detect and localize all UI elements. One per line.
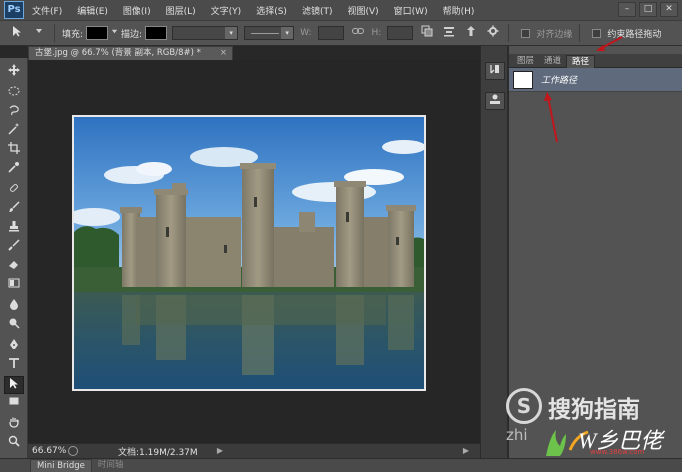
tab-mini-bridge[interactable]: Mini Bridge — [30, 459, 92, 472]
stroke-type-dropdown[interactable]: ▾ — [244, 26, 295, 40]
options-separator — [54, 24, 55, 42]
watermark-zhi: zhi — [506, 426, 528, 444]
blur-tool-icon[interactable] — [4, 298, 24, 316]
path-operations-icon[interactable] — [419, 25, 435, 41]
bottom-panel-bar: Mini Bridge 时间轴 — [0, 458, 682, 472]
tab-channels[interactable]: 通道 — [539, 55, 566, 68]
menu-bar: Ps 文件(F) 编辑(E) 图像(I) 图层(L) 文字(Y) 选择(S) 滤… — [0, 0, 682, 20]
tool-preset-chevron-icon[interactable] — [31, 25, 47, 41]
path-alignment-icon[interactable] — [441, 25, 457, 41]
width-label: W: — [300, 28, 312, 38]
path-arrangement-icon[interactable] — [463, 25, 479, 41]
crop-tool-icon[interactable] — [4, 142, 24, 160]
options-bar: 填充: 描边: ▾ ▾ W: H: 对齐边缘 约束路径拖动 — [0, 20, 682, 46]
eraser-tool-icon[interactable] — [4, 258, 24, 276]
close-window-button[interactable]: ✕ — [660, 2, 678, 17]
marquee-tool-icon[interactable] — [4, 85, 24, 103]
path-name: 工作路径 — [541, 76, 578, 86]
zoom-level[interactable]: 66.67% — [28, 446, 66, 456]
constrain-path-label: 约束路径拖动 — [607, 29, 662, 40]
tab-layers[interactable]: 图层 — [512, 55, 539, 68]
dropdown-arrow-icon: ▾ — [281, 27, 294, 39]
lasso-tool-icon[interactable] — [4, 104, 24, 122]
menu-window[interactable]: 窗口(W) — [394, 4, 428, 17]
tab-timeline[interactable]: 时间轴 — [92, 459, 130, 472]
scroll-right-arrow-icon[interactable]: ▶ — [460, 445, 472, 457]
menu-file[interactable]: 文件(F) — [32, 4, 62, 17]
path-thumbnail — [513, 71, 533, 89]
settings-gear-icon[interactable] — [485, 25, 501, 41]
stroke-line-preview — [251, 33, 280, 34]
eyedropper-tool-icon[interactable] — [4, 161, 24, 179]
zoom-tool-icon[interactable] — [4, 435, 24, 453]
type-tool-icon[interactable] — [4, 357, 24, 375]
stroke-label: 描边: — [121, 29, 143, 40]
canvas-area[interactable] — [28, 60, 480, 443]
move-tool-icon[interactable] — [4, 64, 24, 82]
align-edges-checkbox[interactable] — [521, 28, 531, 38]
panel-dock — [480, 46, 508, 458]
status-menu-arrow-icon[interactable]: ▶ — [214, 445, 226, 457]
castle-image-svg — [74, 117, 424, 389]
brush-tool-icon[interactable] — [4, 201, 24, 219]
healing-brush-tool-icon[interactable] — [4, 182, 24, 200]
document-tab-title: 古堡.jpg @ 66.7% (背景 副本, RGB/8#) * — [35, 48, 201, 58]
fill-label: 填充: — [62, 29, 84, 40]
menu-type[interactable]: 文字(Y) — [211, 4, 242, 17]
height-label: H: — [371, 28, 382, 38]
options-separator — [508, 24, 510, 42]
width-field[interactable] — [317, 26, 344, 40]
fill-swatch[interactable] — [86, 26, 109, 40]
status-bar: 66.67% 文档:1.19M/2.37M ▶ ▶ — [28, 443, 480, 458]
window-controls: – □ ✕ — [618, 2, 678, 17]
menu-view[interactable]: 视图(V) — [347, 4, 378, 17]
document-tab[interactable]: 古堡.jpg @ 66.7% (背景 副本, RGB/8#) * × — [28, 46, 233, 60]
link-icon[interactable] — [350, 25, 366, 41]
minimize-button[interactable]: – — [618, 2, 636, 17]
maximize-button[interactable]: □ — [639, 2, 657, 17]
height-field[interactable] — [387, 26, 414, 40]
panel-tab-strip: 图层 通道 路径 — [509, 54, 682, 68]
path-selection-tool-icon[interactable] — [4, 376, 24, 394]
rectangle-tool-icon[interactable] — [4, 395, 24, 413]
align-edges-label: 对齐边缘 — [536, 29, 573, 40]
dropdown-arrow-icon: ▾ — [225, 27, 238, 39]
menu-filter[interactable]: 滤镜(T) — [302, 4, 333, 17]
site-url: www.386w.com — [590, 448, 645, 456]
history-brush-tool-icon[interactable] — [4, 239, 24, 257]
stroke-width-dropdown[interactable]: ▾ — [172, 26, 239, 40]
dodge-tool-icon[interactable] — [4, 317, 24, 335]
options-separator — [579, 24, 581, 42]
document-size-info: 文档:1.19M/2.37M — [118, 447, 198, 458]
magic-wand-tool-icon[interactable] — [4, 123, 24, 141]
clone-stamp-tool-icon[interactable] — [4, 220, 24, 238]
castle-photo — [72, 115, 426, 391]
menu-select[interactable]: 选择(S) — [256, 4, 287, 17]
pen-tool-icon[interactable] — [4, 338, 24, 356]
properties-panel-icon[interactable] — [485, 92, 505, 110]
constrain-path-checkbox[interactable] — [592, 28, 602, 38]
fill-dropdown-icon[interactable] — [110, 25, 118, 41]
gradient-tool-icon[interactable] — [4, 277, 24, 295]
close-tab-icon[interactable]: × — [220, 47, 227, 60]
stroke-swatch[interactable] — [145, 26, 168, 40]
path-row-work-path[interactable]: 工作路径 — [509, 68, 682, 92]
menu-layer[interactable]: 图层(L) — [166, 4, 196, 17]
status-info-icon[interactable] — [68, 446, 78, 456]
tab-paths[interactable]: 路径 — [566, 55, 596, 68]
menu-help[interactable]: 帮助(H) — [443, 4, 475, 17]
menu-image[interactable]: 图像(I) — [123, 4, 151, 17]
photoshop-logo: Ps — [4, 1, 24, 19]
path-selection-tool-icon[interactable] — [9, 25, 25, 41]
hand-tool-icon[interactable] — [4, 416, 24, 434]
tools-panel — [0, 58, 28, 460]
history-panel-icon[interactable] — [485, 62, 505, 80]
menu-edit[interactable]: 编辑(E) — [77, 4, 108, 17]
